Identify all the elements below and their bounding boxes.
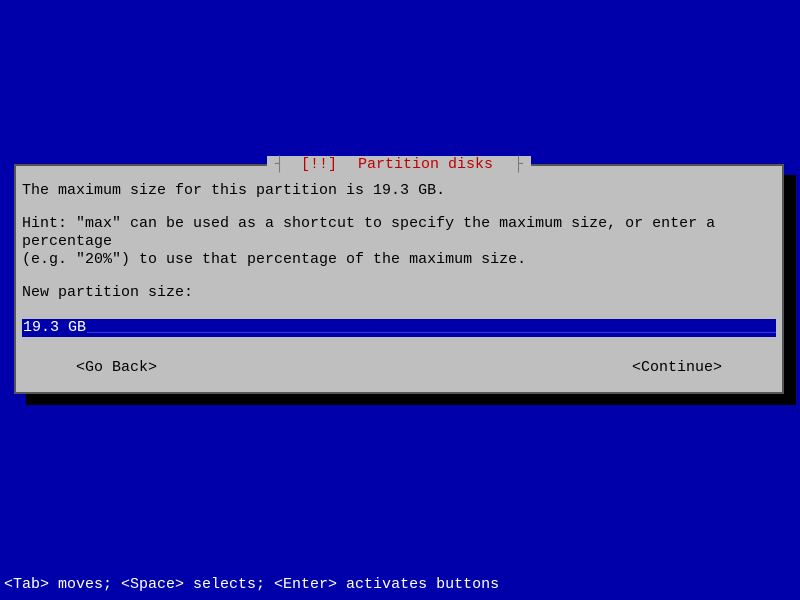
footer-hint: <Tab> moves; <Space> selects; <Enter> ac… (4, 576, 499, 594)
title-right-decor: ├ (510, 156, 527, 173)
dialog-title-bar: ┤ [!!] Partition disks ├ (16, 156, 782, 174)
partition-dialog: ┤ [!!] Partition disks ├ The maximum siz… (14, 164, 784, 394)
continue-button[interactable]: <Continue> (632, 359, 722, 377)
partition-size-input[interactable]: 19.3 GB ________________________________… (22, 319, 776, 337)
prompt-label: New partition size: (22, 284, 776, 302)
input-underline: ________________________________________… (87, 319, 776, 337)
hint-text-line2: (e.g. "20%") to use that percentage of t… (22, 251, 776, 269)
partition-size-value[interactable]: 19.3 GB (22, 319, 87, 337)
title-left-decor: ┤ (271, 156, 297, 173)
title-marker: [!!] (297, 156, 341, 173)
go-back-button[interactable]: <Go Back> (76, 359, 157, 377)
max-size-text: The maximum size for this partition is 1… (22, 182, 776, 200)
dialog-content: The maximum size for this partition is 1… (22, 182, 776, 377)
hint-text-line1: Hint: "max" can be used as a shortcut to… (22, 215, 776, 251)
dialog-title: Partition disks (341, 156, 510, 173)
